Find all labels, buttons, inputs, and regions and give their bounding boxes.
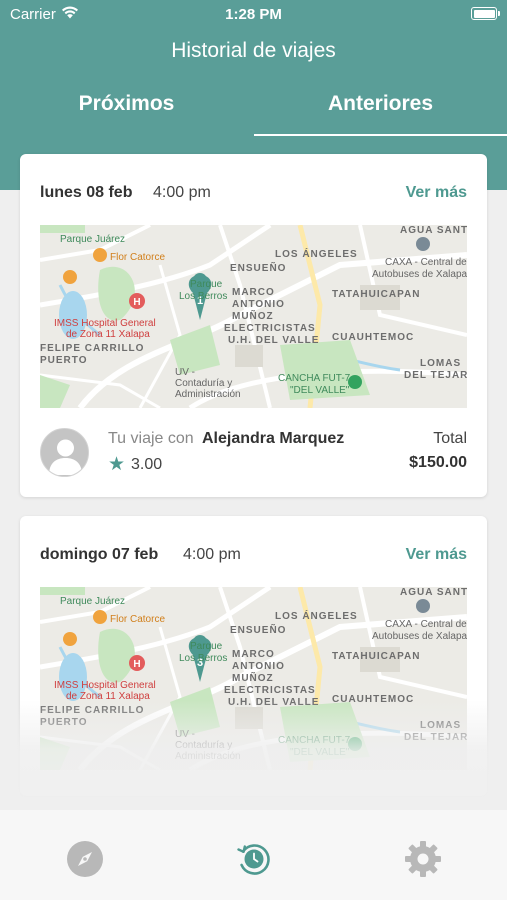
- status-bar: Carrier 1:28 PM: [0, 0, 507, 30]
- map-poi-label: Los Berros: [179, 291, 228, 302]
- map-district-label: U.H. DEL VALLE: [228, 335, 320, 346]
- map-poi-label: Flor Catorce: [110, 252, 166, 263]
- map-district-label: TATAHUICAPAN: [332, 289, 421, 300]
- bottom-tab-bar: [0, 810, 507, 900]
- map-district-label: ELECTRICISTAS: [224, 323, 316, 334]
- page-title: Historial de viajes: [171, 39, 336, 62]
- trip-map[interactable]: 1 H LOS ÁNGELES ENSUEÑO MARCO ANTONIO MUÑOZ T…: [40, 225, 467, 408]
- bottom-fade: [0, 700, 507, 810]
- settings-gear-icon[interactable]: [403, 839, 443, 879]
- map-district-label: TATAHUICAPAN: [332, 651, 421, 662]
- map-district-label: MUÑOZ: [232, 673, 274, 684]
- trip-date: lunes 08 feb: [40, 184, 133, 201]
- map-district-label: ELECTRICISTAS: [224, 685, 316, 696]
- person-icon: [49, 439, 82, 475]
- map-district-label: LOS ÁNGELES: [275, 249, 358, 260]
- map-poi-label: Parque Juárez: [60, 596, 126, 607]
- map-poi-label: de Zona 11 Xalapa: [66, 329, 150, 340]
- compass-icon[interactable]: [65, 839, 105, 879]
- map-poi-label: CAXA - Central de: [385, 619, 467, 630]
- tab-upcoming[interactable]: Próximos: [0, 92, 253, 136]
- map-poi-label: Contaduría y: [175, 378, 233, 389]
- map-district-label: ANTONIO: [232, 661, 285, 672]
- map-district-label: ENSUEÑO: [230, 263, 287, 274]
- tab-past[interactable]: Anteriores: [254, 92, 507, 136]
- driver-rating: 3.00: [131, 456, 163, 473]
- svg-text:H: H: [133, 659, 140, 670]
- star-icon: ★: [108, 454, 126, 475]
- map-district-label: ENSUEÑO: [230, 625, 287, 636]
- total-amount: $150.00: [409, 454, 467, 471]
- map-poi-label: Los Berros: [179, 653, 228, 664]
- map-district-label: LOS ÁNGELES: [275, 611, 358, 622]
- map-district-label: LOMAS: [420, 358, 462, 369]
- map-poi-label: Parque Juárez: [60, 234, 126, 245]
- map-poi-label: IMSS Hospital General: [54, 318, 156, 329]
- map-poi-label: UV -: [175, 367, 195, 378]
- map-district-label: DEL TEJAR: [404, 370, 467, 381]
- map-poi-label: Autobuses de Xalapa: [372, 269, 467, 280]
- map-district-label: MARCO: [232, 287, 275, 298]
- map-poi-label: Parque: [190, 279, 223, 290]
- map-poi-label: CANCHA FUT-7: [278, 373, 351, 384]
- map-district-label: ANTONIO: [232, 299, 285, 310]
- trip-time: 4:00 pm: [153, 184, 211, 201]
- map-poi-label: Administración: [175, 389, 241, 400]
- svg-text:H: H: [133, 297, 140, 308]
- see-more-link[interactable]: Ver más: [406, 184, 467, 202]
- driver-avatar: [40, 428, 89, 477]
- map-poi-label: "DEL VALLE": [290, 385, 350, 396]
- driver-name: Alejandra Marquez: [202, 430, 345, 447]
- trip-time: 4:00 pm: [183, 546, 241, 563]
- clock-time: 1:28 PM: [225, 6, 282, 23]
- map-district-label: PUERTO: [40, 355, 88, 366]
- total-label: Total: [433, 430, 467, 447]
- map-district-label: AGUA SANT: [400, 225, 467, 236]
- map-district-label: AGUA SANT: [400, 587, 467, 598]
- map-district-label: FELIPE CARRILLO: [40, 343, 145, 354]
- history-clock-icon[interactable]: [234, 839, 274, 879]
- map-poi-label: CAXA - Central de: [385, 257, 467, 268]
- map-poi-label: IMSS Hospital General: [54, 680, 156, 691]
- trip-card[interactable]: lunes 08 feb 4:00 pm Ver más 1 H LOS ÁNG…: [20, 154, 487, 497]
- map-district-label: CUAUHTEMOC: [332, 332, 415, 343]
- map-poi-label: Parque: [190, 641, 223, 652]
- map-poi-label: Flor Catorce: [110, 614, 166, 625]
- see-more-link[interactable]: Ver más: [406, 546, 467, 564]
- battery-icon: [471, 7, 500, 20]
- map-poi-label: Autobuses de Xalapa: [372, 631, 467, 642]
- map-district-label: MARCO: [232, 649, 275, 660]
- map-district-label: MUÑOZ: [232, 311, 274, 322]
- trip-date: domingo 07 feb: [40, 546, 159, 563]
- ride-prefix-label: Tu viaje con: [108, 430, 194, 447]
